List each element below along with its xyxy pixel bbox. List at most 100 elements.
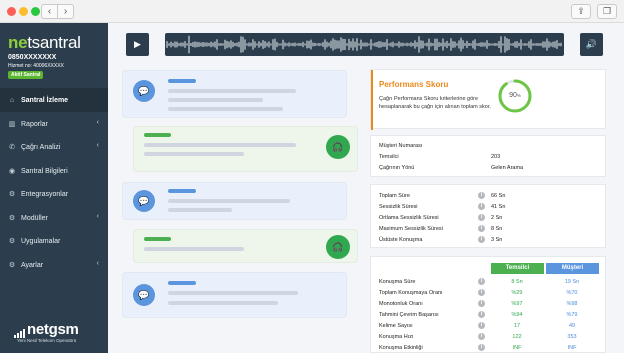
minimize-window-icon[interactable] xyxy=(19,7,28,16)
text-line xyxy=(168,301,278,305)
info-icon[interactable]: i xyxy=(478,344,485,351)
agent-metric-value: %97 xyxy=(511,301,523,307)
metric-label: Tahmini Çevrim Başarısı xyxy=(379,312,439,318)
chevron-left-icon: ‹ xyxy=(96,119,99,126)
chat-icon: 💬 xyxy=(133,284,155,306)
sidebar-item-moduller[interactable]: ⚙ Modüller ‹ xyxy=(0,206,108,230)
info-icon[interactable]: i xyxy=(478,311,485,318)
agent-metric-value: %94 xyxy=(511,312,523,318)
sidebar-item-label: Raporlar xyxy=(21,120,48,128)
customer-number-label: Müşteri Numarası xyxy=(379,143,423,149)
agent-label: Temsilci xyxy=(379,154,399,160)
text-line xyxy=(168,89,296,93)
headset-icon: 🎧 xyxy=(326,135,350,159)
info-icon[interactable]: i xyxy=(478,225,485,232)
sidebar-item-cagri-analizi[interactable]: ✆ Çağrı Analizi ‹ xyxy=(0,135,108,159)
info-icon[interactable]: i xyxy=(478,289,485,296)
customer-metric-value: %79 xyxy=(566,312,578,318)
sidebar-item-label: Çağrı Analizi xyxy=(21,143,61,151)
apps-icon: ⚙ xyxy=(8,238,16,245)
sidebar: netsantral 0850XXXXXXX Hizmet no: 40006X… xyxy=(0,23,108,353)
sidebar-item-entegrasyonlar[interactable]: ⚙ Entegrasyonlar xyxy=(0,182,108,206)
chat-icon: 💬 xyxy=(133,80,155,102)
speaker-label xyxy=(168,189,196,193)
metric-label: Monotonluk Oranı xyxy=(379,301,423,307)
duration-label: Üstüste Konuşma xyxy=(379,237,423,243)
chevron-left-icon: ‹ xyxy=(96,142,99,149)
sidebar-item-raporlar[interactable]: ▥ Raporlar ‹ xyxy=(0,112,108,136)
speech-comparison-panel: Temsilci Müşteri Konuşma Süre i 8 Sn 19 Sn T… xyxy=(370,256,606,353)
info-icon[interactable]: i xyxy=(478,322,485,329)
chat-icon: 💬 xyxy=(133,190,155,212)
settings-icon: ⚙ xyxy=(8,262,16,269)
transcript-agent-message: 🎧 xyxy=(133,229,358,263)
volume-button[interactable]: 🔊 xyxy=(580,33,603,56)
text-line xyxy=(144,247,244,251)
share-icon[interactable]: ⇪ xyxy=(571,4,591,19)
agent-metric-value: %29 xyxy=(511,290,523,296)
sidebar-item-label: Ayarlar xyxy=(21,261,44,269)
netsantral-logo[interactable]: netsantral xyxy=(8,33,81,53)
history-nav: ‹ › xyxy=(41,4,74,19)
performance-score-panel: Performans Skoru Çağrı Performans Skoru … xyxy=(370,69,606,130)
sidebar-item-santral-izleme[interactable]: ⌂ Santral İzleme xyxy=(0,88,108,112)
direction-value: Gelen Arama xyxy=(491,165,524,171)
home-icon: ⌂ xyxy=(9,96,15,104)
info-icon[interactable]: i xyxy=(478,203,485,210)
metric-label: Kelime Sayısı xyxy=(379,323,413,329)
netgsm-logo: netgsm xyxy=(27,321,79,338)
info-icon[interactable]: i xyxy=(478,192,485,199)
forward-button[interactable]: › xyxy=(58,5,73,18)
sidebar-item-santral-bilgileri[interactable]: ◉ Santral Bilgileri xyxy=(0,159,108,183)
speaker-label xyxy=(144,237,171,241)
duration-value: 2 Sn xyxy=(491,215,503,221)
sidebar-item-uygulamalar[interactable]: ⚙ Uygulamalar xyxy=(0,229,108,253)
netgsm-tagline: Yeni Nesil Telekom Operatörü xyxy=(17,338,77,343)
sidebar-item-label: Modüller xyxy=(21,214,48,222)
accent-bar xyxy=(371,70,373,130)
info-icon[interactable]: i xyxy=(478,236,485,243)
duration-label: Sessizlik Süresi xyxy=(379,204,418,210)
duration-label: Toplam Süre xyxy=(379,193,410,199)
customer-metric-value: 19 Sn xyxy=(564,279,580,285)
status-badge: Aktif Santral xyxy=(8,71,44,79)
integration-icon: ⚙ xyxy=(8,191,16,198)
duration-label: Maximum Sessizlik Süresi xyxy=(379,226,443,232)
duration-value: 8 Sn xyxy=(491,226,503,232)
agent-metric-value: 17 xyxy=(513,323,521,329)
sidebar-item-label: Uygulamalar xyxy=(21,237,61,245)
maximize-window-icon[interactable] xyxy=(31,7,40,16)
modules-icon: ⚙ xyxy=(8,215,16,222)
durations-panel: Toplam Süre i 66 Sn Sessizlik Süresi i 4… xyxy=(370,184,606,248)
agent-value: 203 xyxy=(491,154,501,160)
back-button[interactable]: ‹ xyxy=(42,5,58,18)
metric-label: Konuşma Hızı xyxy=(379,334,414,340)
info-icon[interactable]: i xyxy=(478,278,485,285)
text-line xyxy=(144,143,296,147)
info-icon[interactable]: i xyxy=(478,214,485,221)
play-button[interactable]: ▶ xyxy=(126,33,149,56)
info-icon: ◉ xyxy=(8,168,16,175)
browser-titlebar: ‹ › ⇪ ❐ xyxy=(0,0,624,23)
audio-waveform[interactable] xyxy=(165,33,564,56)
app-window: ‹ › ⇪ ❐ netsantral 0850XXXXXXX Hizmet no… xyxy=(0,0,624,353)
direction-label: Çağrının Yönü xyxy=(379,165,415,171)
text-line xyxy=(144,152,244,156)
transcript-customer-message: 💬 xyxy=(122,272,347,318)
transcript-agent-message: 🎧 xyxy=(133,126,358,172)
netgsm-logo-icon xyxy=(14,328,25,338)
info-icon[interactable]: i xyxy=(478,300,485,307)
transcript-customer-message: 💬 xyxy=(122,182,347,220)
score-value: 90% xyxy=(509,92,521,99)
phone-number: 0850XXXXXXX xyxy=(8,54,57,61)
sidebar-item-ayarlar[interactable]: ⚙ Ayarlar ‹ xyxy=(0,253,108,277)
speaker-label xyxy=(168,281,196,285)
close-window-icon[interactable] xyxy=(7,7,16,16)
text-line xyxy=(168,199,290,203)
tabs-icon[interactable]: ❐ xyxy=(597,4,617,19)
customer-metric-value: INF xyxy=(567,345,577,351)
agent-metric-value: 8 Sn xyxy=(511,279,523,285)
duration-value: 3 Sn xyxy=(491,237,503,243)
info-icon[interactable]: i xyxy=(478,333,485,340)
performance-title: Performans Skoru xyxy=(379,80,449,89)
